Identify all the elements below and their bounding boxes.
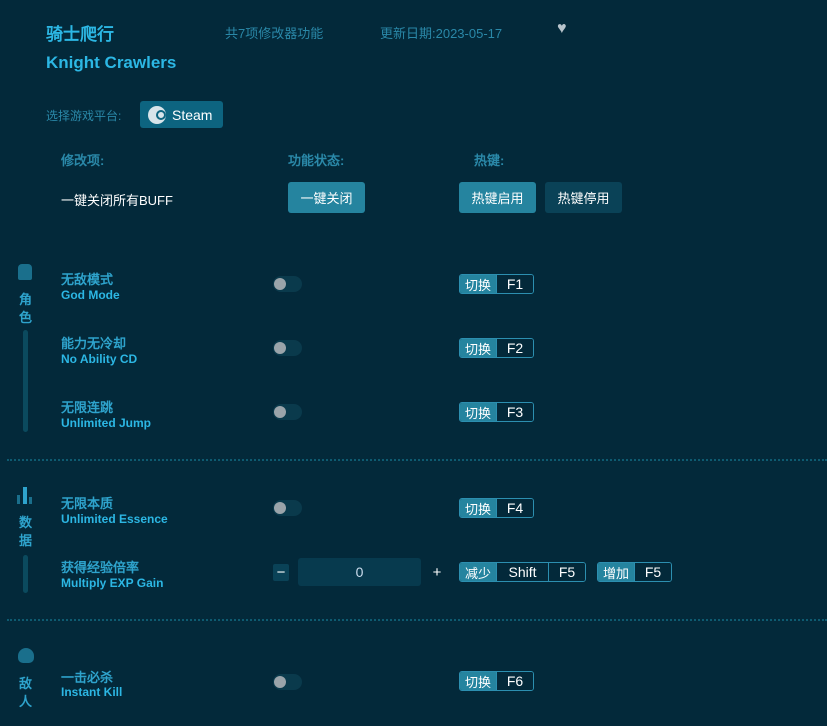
section-character-label[interactable]: 角色 xyxy=(19,291,33,327)
hotkey-f4[interactable]: 切换F4 xyxy=(459,498,534,518)
item-label-cn: 能力无冷却 xyxy=(61,333,126,352)
hotkey-increase[interactable]: 增加F5 xyxy=(597,562,672,582)
item-label-en: Instant Kill xyxy=(61,685,122,699)
hotkey-decrease[interactable]: 减少ShiftF5 xyxy=(459,562,586,582)
item-label-cn: 无限连跳 xyxy=(61,397,113,416)
hotkey-enable-button[interactable]: 热键启用 xyxy=(459,182,536,213)
feature-count: 共7项修改器功能 xyxy=(225,23,323,42)
hotkey-disable-button[interactable]: 热键停用 xyxy=(545,182,622,213)
column-hotkey: 热键: xyxy=(474,150,504,169)
buff-label: 一键关闭所有BUFF xyxy=(61,190,173,209)
god-mode-toggle[interactable] xyxy=(273,276,302,292)
hotkey-f1[interactable]: 切换F1 xyxy=(459,274,534,294)
update-date: 更新日期:2023-05-17 xyxy=(380,23,502,42)
heart-icon[interactable]: ♥ xyxy=(557,20,567,38)
steam-label: Steam xyxy=(172,107,212,123)
hotkey-f3[interactable]: 切换F3 xyxy=(459,402,534,422)
section-data-label[interactable]: 数据 xyxy=(19,514,33,550)
section-divider xyxy=(7,619,827,621)
section-scrollbar xyxy=(23,555,28,593)
hotkey-f6[interactable]: 切换F6 xyxy=(459,671,534,691)
close-all-buff-button[interactable]: 一键关闭 xyxy=(288,182,365,213)
item-label-en: Unlimited Jump xyxy=(61,416,151,430)
platform-label: 选择游戏平台: xyxy=(46,107,121,124)
increase-button[interactable]: + xyxy=(429,564,445,581)
game-title-cn: 骑士爬行 xyxy=(46,20,114,45)
unlimited-jump-toggle[interactable] xyxy=(273,404,302,420)
item-label-cn: 无限本质 xyxy=(61,493,113,512)
exp-multiplier-input[interactable]: 0 xyxy=(298,558,421,586)
steam-platform-button[interactable]: Steam xyxy=(140,101,223,128)
item-label-en: Unlimited Essence xyxy=(61,512,168,526)
character-icon xyxy=(18,264,32,280)
instant-kill-toggle[interactable] xyxy=(273,674,302,690)
item-label-en: God Mode xyxy=(61,288,120,302)
no-ability-cd-toggle[interactable] xyxy=(273,340,302,356)
section-divider xyxy=(7,459,827,461)
steam-icon xyxy=(148,106,166,124)
item-label-en: Multiply EXP Gain xyxy=(61,576,163,590)
item-label-cn: 获得经验倍率 xyxy=(61,557,139,576)
item-label-cn: 一击必杀 xyxy=(61,667,113,686)
column-status: 功能状态: xyxy=(288,150,344,169)
column-item: 修改项: xyxy=(61,150,104,169)
section-scrollbar xyxy=(23,330,28,432)
hotkey-f2[interactable]: 切换F2 xyxy=(459,338,534,358)
unlimited-essence-toggle[interactable] xyxy=(273,500,302,516)
data-stats-icon xyxy=(17,487,35,504)
game-title-en: Knight Crawlers xyxy=(46,53,176,73)
section-enemy-label[interactable]: 敌人 xyxy=(19,675,33,711)
skull-icon xyxy=(18,648,34,663)
decrease-button[interactable]: − xyxy=(273,564,289,581)
item-label-en: No Ability CD xyxy=(61,352,137,366)
item-label-cn: 无敌模式 xyxy=(61,269,113,288)
